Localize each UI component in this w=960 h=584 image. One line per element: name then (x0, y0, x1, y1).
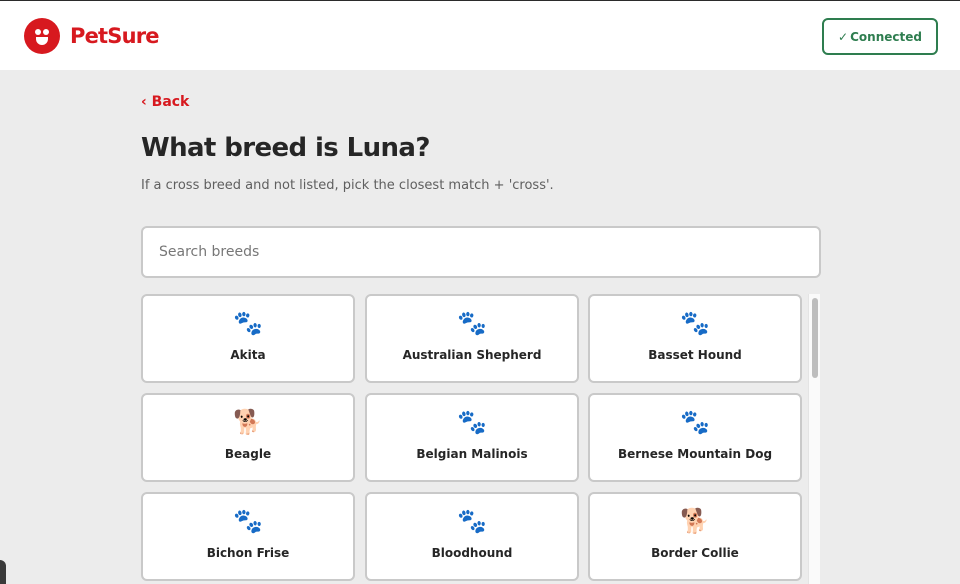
page-subtitle: If a cross breed and not listed, pick th… (141, 178, 554, 193)
breed-card-beagle[interactable]: 🐕 Beagle (141, 393, 355, 482)
breed-card-label: Akita (230, 348, 266, 362)
petsure-logo-icon (24, 18, 60, 54)
breed-card-bernese-mountain-dog[interactable]: 🐾 Bernese Mountain Dog (588, 393, 802, 482)
breed-card-label: Border Collie (651, 546, 739, 560)
breed-grid: 🐾 Akita 🐾 Australian Shepherd 🐾 Basset H… (141, 294, 803, 584)
breed-search-input[interactable] (141, 226, 821, 278)
breed-grid-scrollbar[interactable] (808, 294, 820, 584)
brand-logo[interactable]: PetSure (24, 18, 160, 54)
back-link[interactable]: ‹ Back (141, 94, 189, 110)
breed-card-label: Bloodhound (431, 546, 513, 560)
breed-card-label: Bichon Frise (206, 546, 290, 560)
paw-icon: 🐾 (457, 507, 487, 535)
breed-card-label: Basset Hound (648, 348, 742, 362)
breed-card-label: Bernese Mountain Dog (617, 447, 773, 461)
dog-icon: 🐕 (233, 408, 263, 436)
top-header: PetSure ✓ Connected (0, 0, 960, 70)
breed-card-belgian-malinois[interactable]: 🐾 Belgian Malinois (365, 393, 579, 482)
paw-icon: 🐾 (680, 408, 710, 436)
paw-icon: 🐾 (680, 309, 710, 337)
brand-name: PetSure (70, 24, 160, 48)
checkmark-icon: ✓ (838, 29, 849, 44)
scrollbar-thumb[interactable] (812, 298, 818, 378)
window-edge (0, 560, 6, 584)
page-title: What breed is Luna? (141, 133, 430, 163)
paw-icon: 🐾 (233, 309, 263, 337)
breed-card-label: Beagle (224, 447, 272, 461)
breed-card-label: Australian Shepherd (402, 348, 542, 362)
paw-icon: 🐾 (233, 507, 263, 535)
connected-status-label: Connected (850, 29, 922, 44)
breed-card-akita[interactable]: 🐾 Akita (141, 294, 355, 383)
paw-icon: 🐾 (457, 408, 487, 436)
breed-card-border-collie[interactable]: 🐕 Border Collie (588, 492, 802, 581)
breed-card-australian-shepherd[interactable]: 🐾 Australian Shepherd (365, 294, 579, 383)
breed-card-bloodhound[interactable]: 🐾 Bloodhound (365, 492, 579, 581)
breed-card-label: Belgian Malinois (416, 447, 528, 461)
connected-status-button[interactable]: ✓ Connected (822, 18, 938, 55)
paw-icon: 🐾 (457, 309, 487, 337)
dog-icon: 🐕 (680, 507, 710, 535)
breed-card-basset-hound[interactable]: 🐾 Basset Hound (588, 294, 802, 383)
breed-card-bichon-frise[interactable]: 🐾 Bichon Frise (141, 492, 355, 581)
